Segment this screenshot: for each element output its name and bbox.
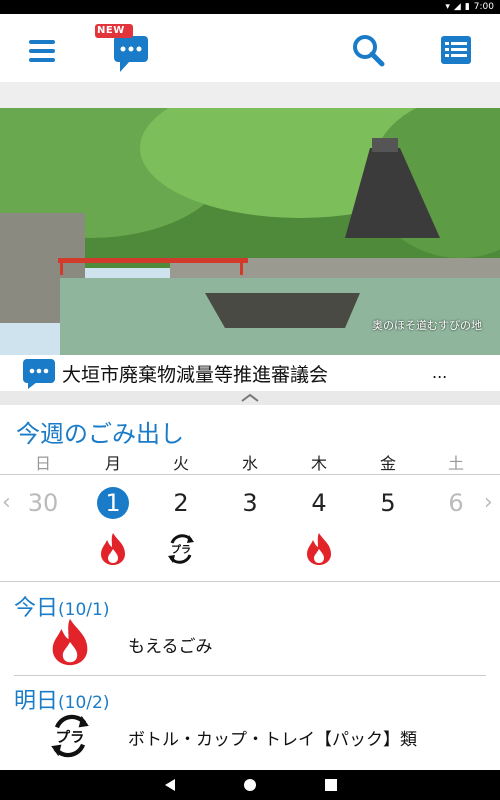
signal-icon: ◢ bbox=[453, 2, 461, 12]
today-item[interactable]: もえるごみ bbox=[128, 632, 213, 657]
news-bar[interactable]: 大垣市廃棄物減量等推進審議会 ... bbox=[0, 355, 500, 391]
recents-icon[interactable] bbox=[324, 778, 338, 792]
back-icon[interactable] bbox=[163, 778, 177, 792]
dow-wed: 水 bbox=[241, 454, 258, 473]
date-tue[interactable]: 2 bbox=[161, 486, 201, 520]
dow-thu: 木 bbox=[310, 454, 327, 473]
next-week-button[interactable]: › bbox=[484, 490, 493, 515]
date-wed[interactable]: 3 bbox=[230, 486, 270, 520]
status-time: 7:00 bbox=[473, 2, 494, 12]
search-icon bbox=[353, 35, 385, 67]
date-fri[interactable]: 5 bbox=[368, 486, 408, 520]
news-more: ... bbox=[432, 363, 448, 382]
news-title: 大垣市廃棄物減量等推進審議会 bbox=[62, 364, 329, 386]
day-divider bbox=[14, 675, 486, 676]
list-button[interactable] bbox=[436, 32, 476, 68]
dow-mon: 月 bbox=[104, 454, 121, 473]
tomorrow-item[interactable]: ボトル・カップ・トレイ【パック】類 bbox=[128, 725, 417, 750]
date-sat[interactable]: 6 bbox=[436, 486, 476, 520]
svg-text:プラ: プラ bbox=[56, 729, 85, 746]
news-chat-icon bbox=[23, 359, 55, 389]
burnable-icon bbox=[307, 533, 331, 565]
menu-button[interactable] bbox=[22, 34, 62, 68]
date-thu[interactable]: 4 bbox=[299, 486, 339, 520]
banner-caption: 奥のほそ道むすびの地 bbox=[372, 319, 482, 332]
burnable-icon bbox=[52, 618, 88, 666]
week-divider bbox=[0, 581, 500, 582]
status-bar: ▾ ◢ ▮ 7:00 bbox=[0, 0, 500, 14]
home-icon[interactable] bbox=[243, 778, 257, 792]
svg-text:プラ: プラ bbox=[171, 543, 191, 556]
navigation-bar bbox=[0, 770, 500, 800]
collapse-handle[interactable] bbox=[0, 391, 500, 405]
date-sun[interactable]: 30 bbox=[23, 486, 63, 520]
dow-divider bbox=[0, 474, 500, 475]
banner-image[interactable]: 奥のほそ道むすびの地 bbox=[0, 108, 500, 355]
week-title: 今週のごみ出し bbox=[16, 420, 184, 448]
search-button[interactable] bbox=[348, 32, 388, 68]
date-mon[interactable]: 1 bbox=[93, 486, 133, 520]
chevron-up-icon bbox=[241, 393, 259, 402]
list-icon bbox=[441, 36, 471, 64]
app-bar: NEW bbox=[0, 14, 500, 82]
prev-week-button[interactable]: ‹ bbox=[2, 490, 11, 515]
plastic-icon: プラ bbox=[51, 714, 89, 758]
new-badge: NEW bbox=[97, 25, 125, 36]
wifi-icon: ▾ bbox=[445, 2, 450, 12]
header-gap bbox=[0, 82, 500, 108]
news-chat-button[interactable]: NEW bbox=[92, 22, 154, 78]
menu-icon bbox=[29, 40, 55, 62]
battery-icon: ▮ bbox=[464, 2, 470, 12]
dow-sat: 土 bbox=[447, 454, 464, 473]
dow-fri: 金 bbox=[379, 454, 396, 473]
burnable-icon bbox=[101, 533, 125, 565]
dow-sun: 日 bbox=[34, 454, 51, 473]
dow-tue: 火 bbox=[172, 454, 189, 473]
plastic-icon: プラ bbox=[168, 534, 194, 564]
